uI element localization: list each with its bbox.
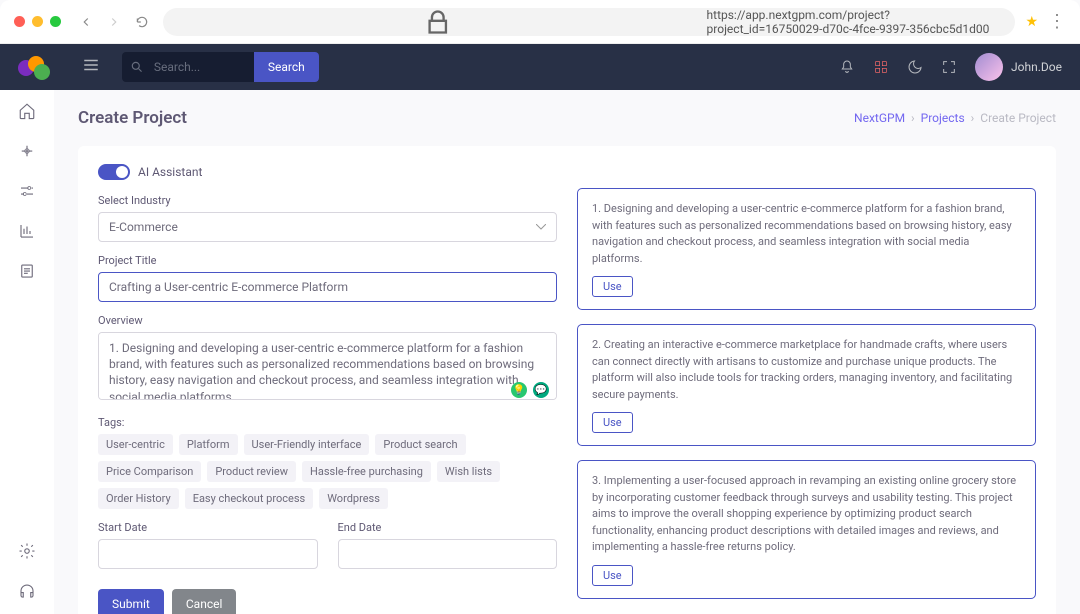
use-button[interactable]: Use <box>592 412 633 433</box>
start-date-input[interactable] <box>98 539 318 569</box>
start-date-label: Start Date <box>98 521 318 534</box>
breadcrumb-leaf: Create Project <box>980 111 1056 125</box>
bell-icon[interactable] <box>839 59 855 75</box>
home-icon[interactable] <box>18 102 36 120</box>
suggestion-card: 3. Implementing a user-focused approach … <box>577 460 1036 599</box>
breadcrumb: NextGPM › Projects › Create Project <box>854 111 1056 125</box>
submit-button[interactable]: Submit <box>98 589 164 614</box>
maximize-window-icon[interactable] <box>50 16 61 27</box>
page-title: Create Project <box>78 108 187 128</box>
tag[interactable]: Product search <box>375 434 465 455</box>
lock-icon <box>177 8 699 36</box>
ai-assistant-toggle[interactable] <box>98 164 130 180</box>
main-content: Create Project NextGPM › Projects › Crea… <box>54 90 1080 614</box>
tag[interactable]: Price Comparison <box>98 461 201 482</box>
chat-icon[interactable]: 💬 <box>533 382 549 398</box>
add-icon[interactable] <box>18 142 36 160</box>
breadcrumb-root[interactable]: NextGPM <box>854 111 905 125</box>
user-menu[interactable]: John.Doe <box>975 53 1062 81</box>
suggestion-text: 3. Implementing a user-focused approach … <box>592 473 1021 556</box>
tags-label: Tags: <box>98 416 557 429</box>
tag[interactable]: Order History <box>98 488 179 509</box>
lightbulb-icon[interactable]: 💡 <box>511 382 527 398</box>
global-search: Search <box>122 52 319 82</box>
tag[interactable]: User-Friendly interface <box>244 434 370 455</box>
sliders-icon[interactable] <box>18 182 36 200</box>
tag[interactable]: Easy checkout process <box>185 488 314 509</box>
use-button[interactable]: Use <box>592 565 633 586</box>
sidebar <box>0 90 54 614</box>
title-label: Project Title <box>98 254 557 267</box>
bookmark-icon[interactable]: ★ <box>1025 14 1038 30</box>
tag[interactable]: Hassle-free purchasing <box>302 461 431 482</box>
tag[interactable]: User-centric <box>98 434 173 455</box>
industry-select[interactable]: E-Commerce <box>98 212 557 242</box>
use-button[interactable]: Use <box>592 276 633 297</box>
breadcrumb-mid[interactable]: Projects <box>921 111 965 125</box>
minimize-window-icon[interactable] <box>32 16 43 27</box>
back-icon[interactable] <box>79 15 93 29</box>
forward-icon[interactable] <box>107 15 121 29</box>
username: John.Doe <box>1011 60 1062 74</box>
topbar: Search John.Doe <box>0 44 1080 90</box>
tags-list: User-centric Platform User-Friendly interf… <box>98 434 557 509</box>
tag[interactable]: Platform <box>179 434 238 455</box>
ai-assistant-label: AI Assistant <box>138 165 202 179</box>
url-bar[interactable]: https://app.nextgpm.com/project?project_… <box>163 8 1015 36</box>
avatar <box>975 53 1003 81</box>
browser-menu-icon[interactable]: ⋮ <box>1048 11 1066 32</box>
tag[interactable]: Product review <box>207 461 296 482</box>
doc-icon[interactable] <box>18 262 36 280</box>
fullscreen-icon[interactable] <box>941 59 957 75</box>
search-button[interactable]: Search <box>254 52 319 82</box>
cancel-button[interactable]: Cancel <box>172 589 237 614</box>
suggestion-text: 2. Creating an interactive e-commerce ma… <box>592 337 1021 403</box>
reload-icon[interactable] <box>135 15 149 29</box>
theme-toggle-icon[interactable] <box>907 59 923 75</box>
menu-toggle-icon[interactable] <box>82 56 100 78</box>
tag[interactable]: Wish lists <box>437 461 500 482</box>
industry-label: Select Industry <box>98 194 557 207</box>
browser-nav <box>79 15 149 29</box>
suggestion-card: 1. Designing and developing a user-centr… <box>577 188 1036 310</box>
suggestion-card: 2. Creating an interactive e-commerce ma… <box>577 324 1036 446</box>
end-date-input[interactable] <box>338 539 558 569</box>
title-input[interactable] <box>98 272 557 302</box>
headset-icon[interactable] <box>18 582 36 600</box>
overview-textarea[interactable]: 1. Designing and developing a user-centr… <box>98 332 557 400</box>
window-controls <box>14 16 61 27</box>
suggestion-text: 1. Designing and developing a user-centr… <box>592 201 1021 267</box>
chart-icon[interactable] <box>18 222 36 240</box>
search-input[interactable] <box>144 52 254 82</box>
tag[interactable]: Wordpress <box>319 488 388 509</box>
url-text: https://app.nextgpm.com/project?project_… <box>707 8 1002 36</box>
end-date-label: End Date <box>338 521 558 534</box>
close-window-icon[interactable] <box>14 16 25 27</box>
apps-grid-icon[interactable] <box>873 59 889 75</box>
gear-icon[interactable] <box>18 542 36 560</box>
app-logo[interactable] <box>18 56 48 78</box>
browser-chrome: https://app.nextgpm.com/project?project_… <box>0 0 1080 44</box>
overview-label: Overview <box>98 314 557 327</box>
search-icon <box>122 52 144 82</box>
